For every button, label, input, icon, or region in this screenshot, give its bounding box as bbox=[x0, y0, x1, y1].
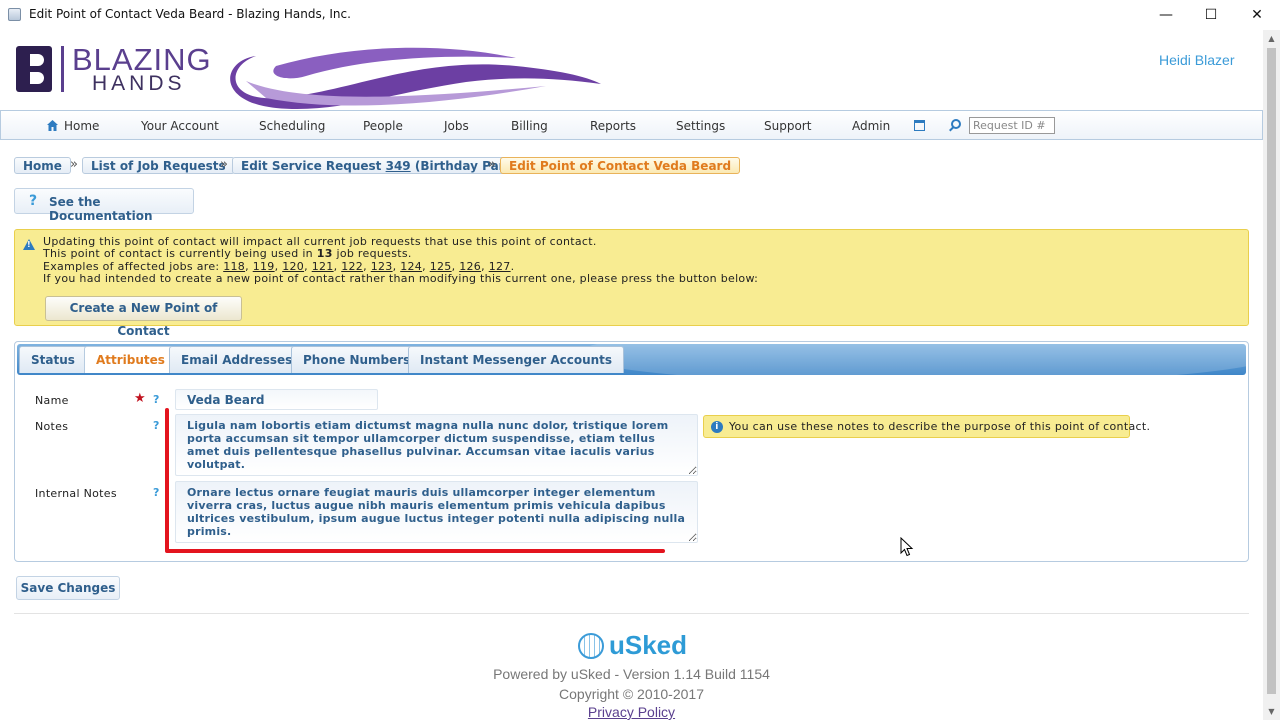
name-field[interactable] bbox=[175, 389, 378, 410]
tab-phone-numbers[interactable]: Phone Numbers bbox=[291, 346, 423, 373]
logo-word-hands: HANDS bbox=[92, 72, 186, 95]
name-help-icon[interactable]: ? bbox=[153, 393, 159, 406]
window-title: Edit Point of Contact Veda Beard - Blazi… bbox=[29, 7, 351, 21]
notes-label: Notes bbox=[35, 420, 69, 433]
search-icon[interactable] bbox=[951, 119, 961, 129]
nav-scheduling[interactable]: Scheduling bbox=[259, 119, 325, 133]
tab-status[interactable]: Status bbox=[19, 346, 87, 373]
vertical-scrollbar[interactable]: ▲ ▼ bbox=[1263, 30, 1280, 720]
main-nav: Home Your Account Scheduling People Jobs… bbox=[0, 110, 1263, 140]
breadcrumb-request-number[interactable]: 349 bbox=[386, 159, 411, 173]
breadcrumb-separator: » bbox=[70, 157, 78, 172]
nav-settings[interactable]: Settings bbox=[676, 119, 725, 133]
impact-warning: Updating this point of contact will impa… bbox=[14, 229, 1249, 338]
logo-swoosh-icon bbox=[230, 47, 601, 110]
annotation-line-vertical bbox=[165, 408, 169, 552]
notes-help-icon[interactable]: ? bbox=[153, 419, 159, 432]
tab-attributes[interactable]: Attributes bbox=[84, 346, 177, 373]
nav-jobs[interactable]: Jobs bbox=[444, 119, 469, 133]
internal-notes-label: Internal Notes bbox=[35, 487, 117, 500]
see-documentation-button[interactable]: ? See the Documentation bbox=[14, 188, 194, 223]
usked-logo: uSked bbox=[578, 630, 688, 662]
warning-line-4: If you had intended to create a new poin… bbox=[43, 272, 759, 285]
breadcrumb-separator: » bbox=[488, 157, 496, 172]
breadcrumb-home[interactable]: Home bbox=[14, 157, 71, 174]
help-icon: ? bbox=[29, 193, 38, 209]
scroll-down-icon[interactable]: ▼ bbox=[1263, 703, 1280, 720]
globe-icon bbox=[578, 633, 604, 659]
tab-instant-messenger[interactable]: Instant Messenger Accounts bbox=[408, 346, 625, 373]
save-changes-button[interactable]: Save Changes bbox=[16, 576, 120, 600]
window-titlebar: Edit Point of Contact Veda Beard - Blazi… bbox=[0, 0, 1280, 30]
nav-reports[interactable]: Reports bbox=[590, 119, 636, 133]
nav-your-account[interactable]: Your Account bbox=[141, 119, 219, 133]
nav-people[interactable]: People bbox=[363, 119, 403, 133]
job-count: 13 bbox=[316, 247, 333, 260]
minimize-button[interactable]: — bbox=[1143, 0, 1189, 30]
footer-divider bbox=[14, 613, 1249, 614]
warning-line-2-pre: This point of contact is currently being… bbox=[43, 247, 317, 260]
usked-brand: uSked bbox=[609, 630, 688, 660]
privacy-policy-link[interactable]: Privacy Policy bbox=[0, 704, 1263, 720]
app-icon bbox=[8, 8, 21, 21]
warning-line-2-post: job requests. bbox=[332, 247, 412, 260]
logo-divider bbox=[61, 46, 64, 92]
breadcrumb-edit-prefix: Edit Service Request bbox=[241, 159, 386, 173]
warning-icon bbox=[23, 239, 35, 250]
nav-home[interactable]: Home bbox=[64, 119, 99, 133]
tab-email-addresses[interactable]: Email Addresses bbox=[169, 346, 305, 373]
see-documentation-label: See the Documentation bbox=[49, 195, 153, 223]
nav-billing[interactable]: Billing bbox=[511, 119, 548, 133]
name-label: Name bbox=[35, 394, 69, 407]
internal-notes-help-icon[interactable]: ? bbox=[153, 486, 159, 499]
powered-by-text: Powered by uSked - Version 1.14 Build 11… bbox=[493, 666, 770, 682]
warning-line-2: This point of contact is currently being… bbox=[43, 247, 412, 260]
maximize-button[interactable]: ☐ bbox=[1188, 0, 1234, 30]
current-user-link[interactable]: Heidi Blazer bbox=[1159, 52, 1234, 68]
logo-b-mark bbox=[16, 46, 52, 92]
info-icon: i bbox=[711, 421, 723, 433]
mouse-cursor-icon bbox=[900, 537, 914, 557]
annotation-line-horizontal bbox=[165, 549, 665, 553]
breadcrumb-current: Edit Point of Contact Veda Beard bbox=[500, 157, 741, 174]
nav-admin[interactable]: Admin bbox=[852, 119, 890, 133]
scroll-up-icon[interactable]: ▲ bbox=[1263, 30, 1280, 47]
home-icon[interactable] bbox=[47, 120, 58, 131]
breadcrumb-job-requests[interactable]: List of Job Requests bbox=[82, 157, 235, 174]
attributes-panel: Status Attributes Email Addresses Phone … bbox=[14, 341, 1249, 562]
scrollbar-thumb[interactable] bbox=[1267, 48, 1276, 694]
nav-support[interactable]: Support bbox=[764, 119, 811, 133]
notes-tip: i You can use these notes to describe th… bbox=[703, 415, 1150, 438]
breadcrumb-separator: » bbox=[220, 157, 228, 172]
request-id-input[interactable] bbox=[969, 117, 1055, 134]
copyright-text: Copyright © 2010-2017 bbox=[559, 686, 704, 702]
notes-tip-text: You can use these notes to describe the … bbox=[729, 420, 1151, 433]
notes-textarea[interactable]: Ligula nam lobortis etiam dictumst magna… bbox=[175, 414, 698, 476]
company-logo[interactable]: BLAZING HANDS bbox=[16, 42, 601, 110]
required-star-icon: ★ bbox=[134, 391, 146, 406]
create-new-poc-button[interactable]: Create a New Point of Contact bbox=[45, 296, 242, 338]
close-button[interactable]: ✕ bbox=[1234, 0, 1280, 30]
calendar-icon[interactable] bbox=[914, 120, 925, 131]
internal-notes-textarea[interactable]: Ornare lectus ornare feugiat mauris duis… bbox=[175, 481, 698, 543]
